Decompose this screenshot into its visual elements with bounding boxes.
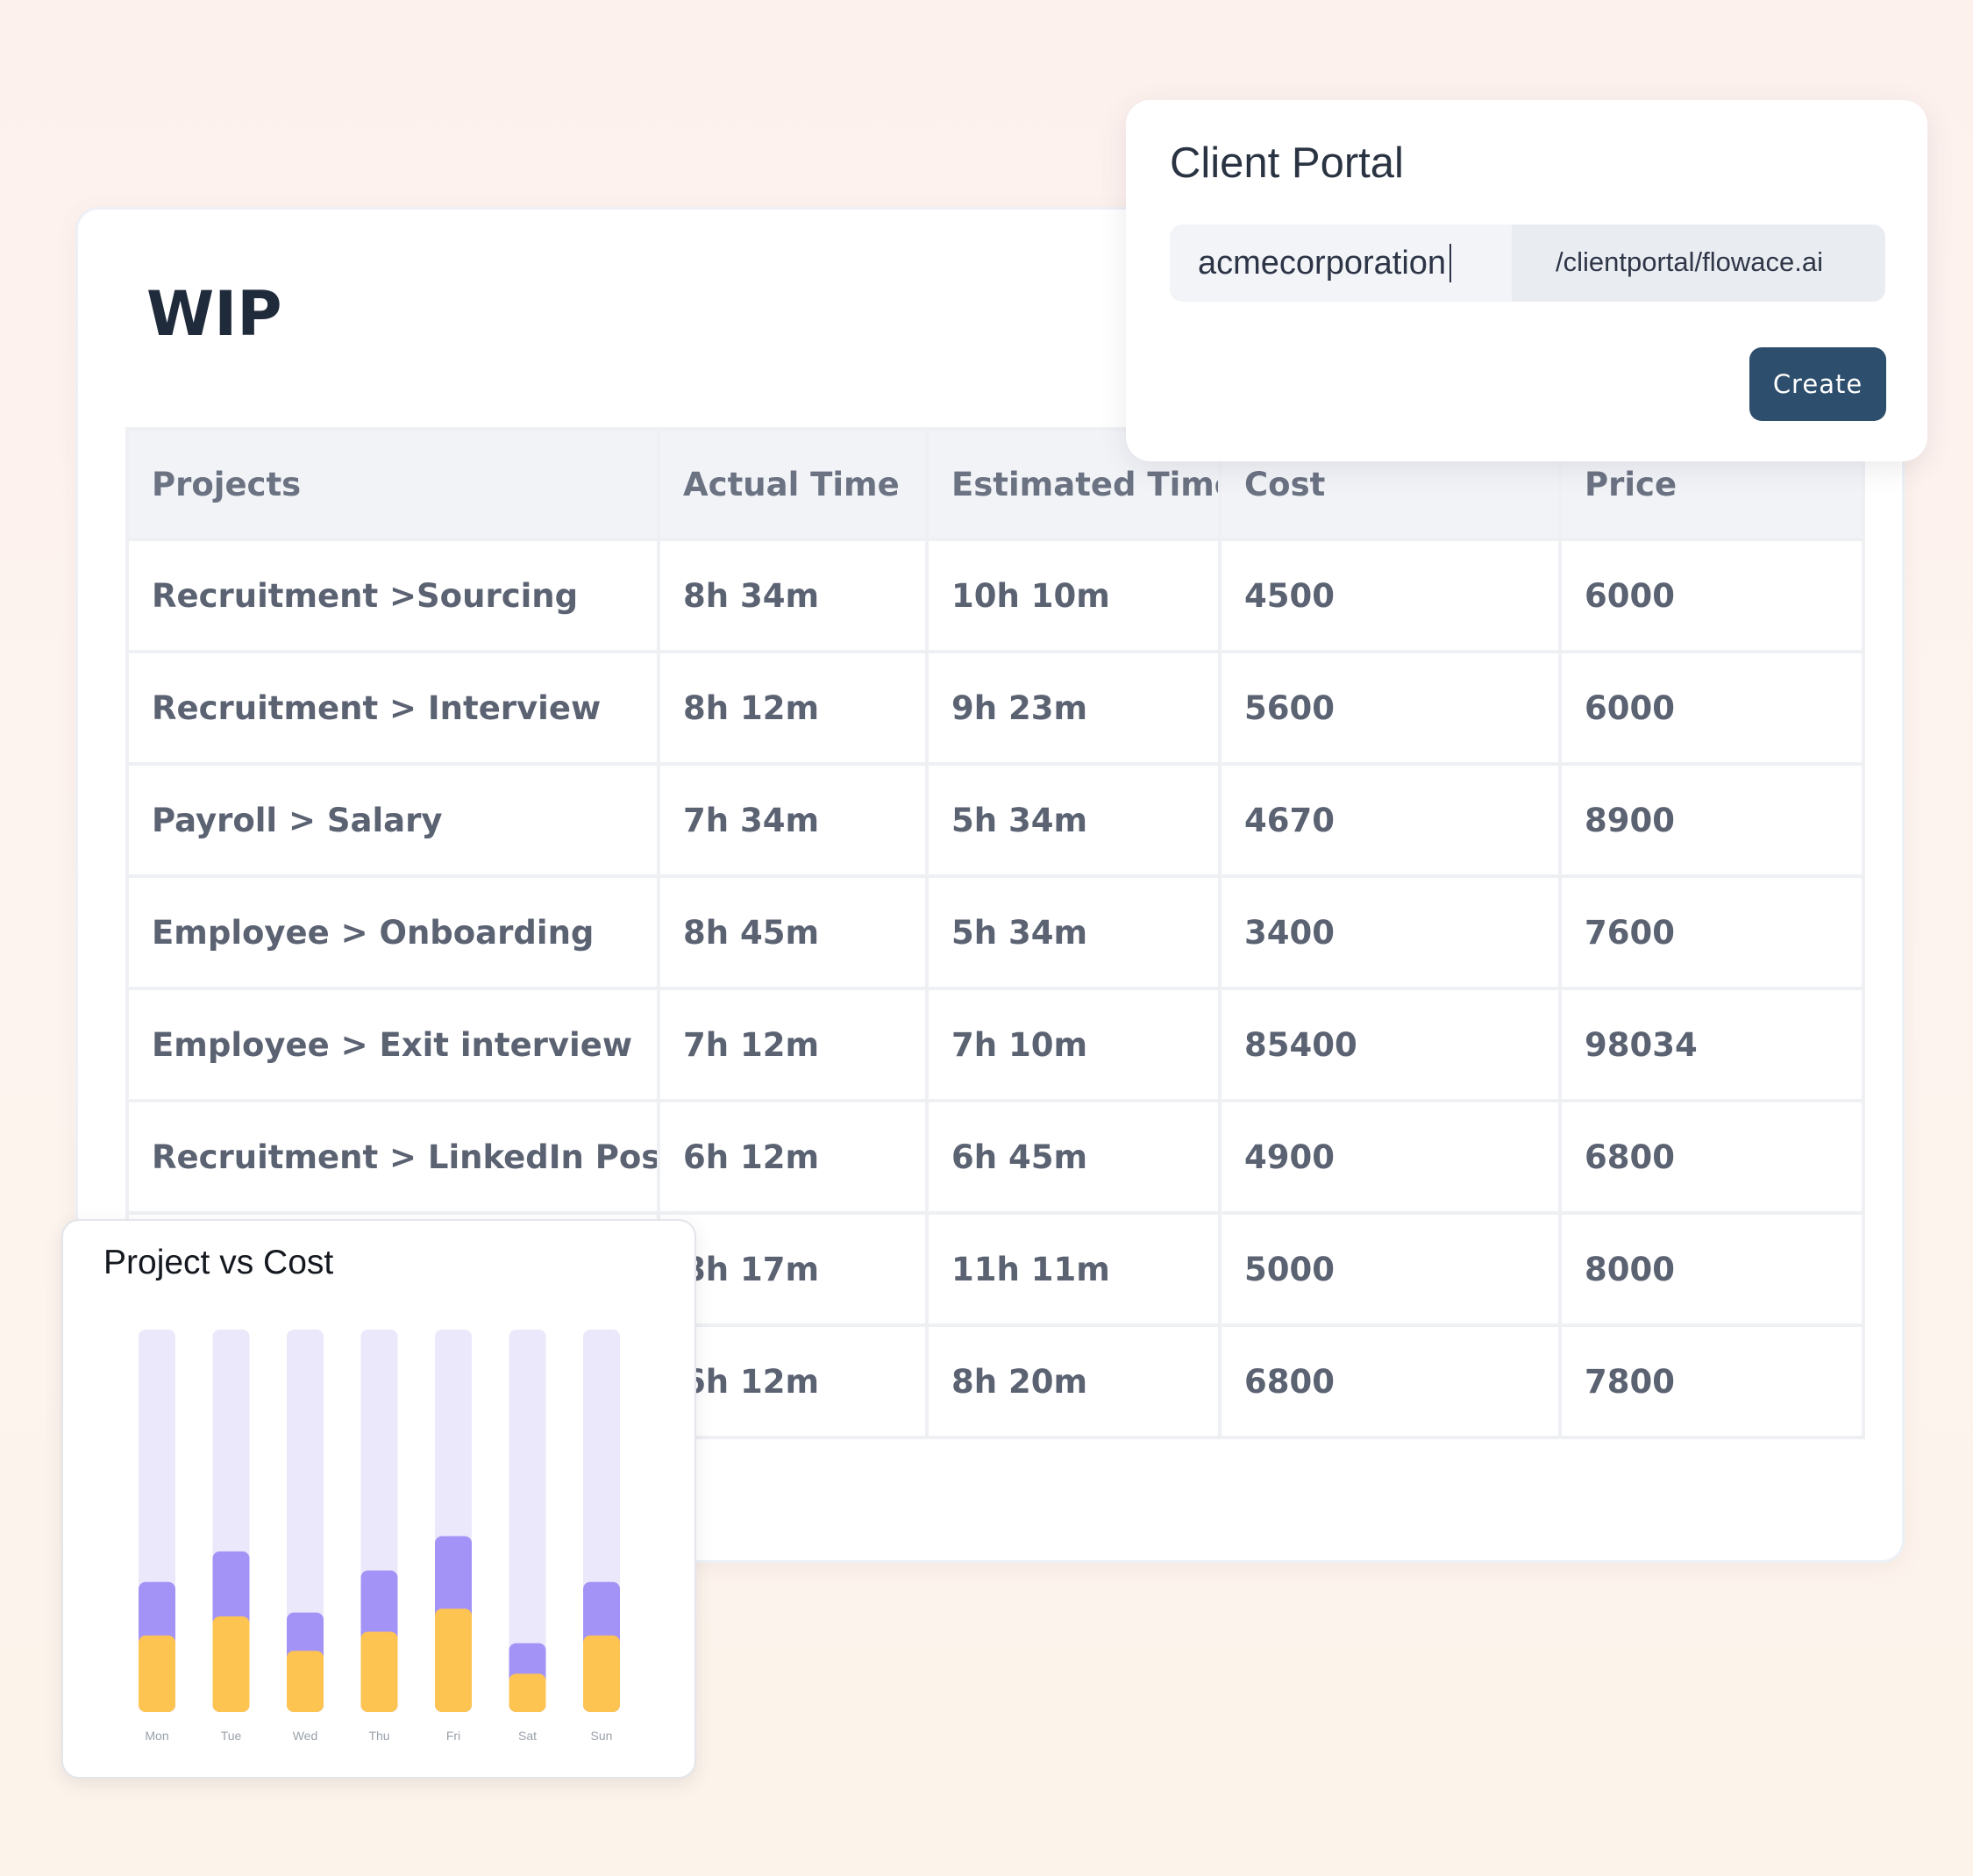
estimated-time-cell: 9h 23m [925, 650, 1222, 766]
x-tick-label: Sun [591, 1729, 613, 1743]
actual-time-cell: 6h 12m [657, 1323, 929, 1439]
cost-cell: 4500 [1218, 538, 1562, 653]
x-tick-label: Mon [145, 1729, 168, 1743]
page-title: WIP [146, 278, 282, 350]
actual-time-cell: 7h 34m [657, 762, 929, 878]
portal-name-input[interactable]: acmecorporation /clientportal/flowace.ai [1170, 225, 1885, 302]
price-cell: 98034 [1558, 987, 1865, 1102]
bar-cost-mon [139, 1635, 175, 1712]
project-vs-cost-chart: Mon Tue Wed Thu Fri Sat Sun [139, 1330, 620, 1743]
price-cell: 6000 [1558, 538, 1865, 653]
cost-cell: 5600 [1218, 650, 1562, 766]
estimated-time-cell: 5h 34m [925, 762, 1222, 878]
actual-time-cell: 8h 17m [657, 1211, 929, 1327]
table-row[interactable]: Payroll > Salary 7h 34m 5h 34m 4670 8900 [125, 762, 1865, 878]
portal-name-value[interactable]: acmecorporation [1198, 244, 1452, 282]
cost-cell: 6800 [1218, 1323, 1562, 1439]
actual-time-cell: 6h 12m [657, 1099, 929, 1215]
actual-time-cell: 7h 12m [657, 987, 929, 1102]
table-row[interactable]: Employee > Onboarding 8h 45m 5h 34m 3400… [125, 874, 1865, 990]
actual-time-cell: 8h 45m [657, 874, 929, 990]
x-tick-label: Wed [293, 1729, 318, 1743]
estimated-time-cell: 8h 20m [925, 1323, 1222, 1439]
create-button[interactable]: Create [1749, 347, 1886, 421]
estimated-time-cell: 10h 10m [925, 538, 1222, 653]
table-row[interactable]: Recruitment > Interview 8h 12m 9h 23m 56… [125, 650, 1865, 766]
column-header-actual-time[interactable]: Actual Time [657, 427, 929, 541]
project-cell: Recruitment > Interview [125, 650, 660, 766]
estimated-time-cell: 7h 10m [925, 987, 1222, 1102]
estimated-time-cell: 5h 34m [925, 874, 1222, 990]
actual-time-cell: 8h 34m [657, 538, 929, 653]
x-tick-label: Tue [221, 1729, 242, 1743]
project-cell: Recruitment > LinkedIn Post [125, 1099, 660, 1215]
bar-cost-fri [435, 1609, 472, 1712]
table-row[interactable]: Recruitment >Sourcing 8h 34m 10h 10m 450… [125, 538, 1865, 653]
estimated-time-cell: 6h 45m [925, 1099, 1222, 1215]
x-tick-label: Thu [368, 1729, 389, 1743]
cost-cell: 4900 [1218, 1099, 1562, 1215]
price-cell: 8000 [1558, 1211, 1865, 1327]
project-cell: Recruitment >Sourcing [125, 538, 660, 653]
table-row[interactable]: Employee > Exit interview 7h 12m 7h 10m … [125, 987, 1865, 1102]
cost-cell: 4670 [1218, 762, 1562, 878]
bar-cost-sun [583, 1635, 620, 1712]
project-cell: Employee > Onboarding [125, 874, 660, 990]
bar-cost-wed [287, 1651, 324, 1712]
x-tick-label: Fri [446, 1729, 460, 1743]
bar-cost-thu [360, 1631, 398, 1712]
client-portal-card: Client Portal acmecorporation /clientpor… [1126, 100, 1927, 461]
cost-cell: 85400 [1218, 987, 1562, 1102]
project-vs-cost-chart-card: Project vs Cost Mon Tue Wed Thu Fri Sat Sun [61, 1219, 696, 1779]
column-header-projects[interactable]: Projects [125, 427, 660, 541]
client-portal-title: Client Portal [1170, 139, 1404, 187]
cost-cell: 3400 [1218, 874, 1562, 990]
bar-cost-sat [509, 1673, 546, 1712]
project-cell: Payroll > Salary [125, 762, 660, 878]
price-cell: 7800 [1558, 1323, 1865, 1439]
cost-cell: 5000 [1218, 1211, 1562, 1327]
price-cell: 8900 [1558, 762, 1865, 878]
price-cell: 6000 [1558, 650, 1865, 766]
portal-url-suffix: /clientportal/flowace.ai [1512, 225, 1885, 302]
project-cell: Employee > Exit interview [125, 987, 660, 1102]
price-cell: 6800 [1558, 1099, 1865, 1215]
estimated-time-cell: 11h 11m [925, 1211, 1222, 1327]
bar-cost-tue [212, 1616, 250, 1712]
price-cell: 7600 [1558, 874, 1865, 990]
x-tick-label: Sat [518, 1729, 537, 1743]
table-row[interactable]: Recruitment > LinkedIn Post 6h 12m 6h 45… [125, 1099, 1865, 1215]
actual-time-cell: 8h 12m [657, 650, 929, 766]
